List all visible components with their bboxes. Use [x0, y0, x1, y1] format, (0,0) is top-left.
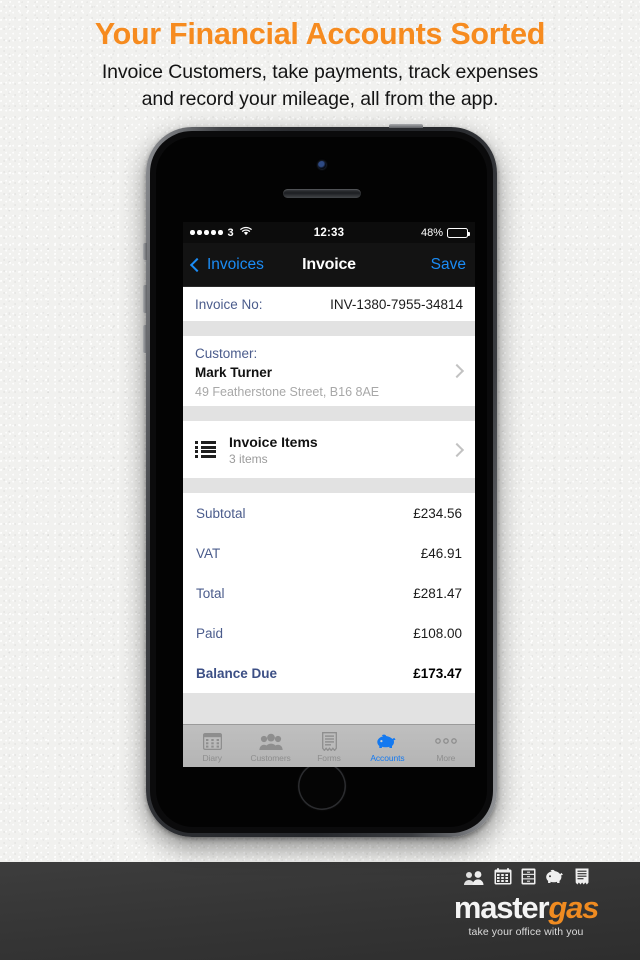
chevron-right-icon	[449, 442, 465, 457]
people-icon	[463, 870, 485, 890]
volume-up-button[interactable]	[143, 285, 147, 313]
total-row: Paid £108.00	[183, 613, 475, 653]
document-icon	[321, 731, 337, 751]
power-button[interactable]	[389, 124, 423, 128]
people-icon	[259, 731, 283, 751]
total-label: Paid	[196, 625, 224, 641]
total-value: £46.91	[420, 545, 462, 561]
volume-down-button[interactable]	[143, 325, 147, 353]
tab-accounts[interactable]: Accounts	[358, 725, 416, 767]
promo-subtitle-line2: and record your mileage, all from the ap…	[141, 88, 499, 110]
brand-name: mastergas	[432, 890, 622, 926]
home-button[interactable]	[297, 762, 346, 810]
calendar-icon	[494, 868, 512, 890]
total-label: Subtotal	[196, 505, 246, 521]
total-value: £281.47	[413, 585, 462, 601]
tab-label: Customers	[250, 753, 291, 763]
tab-more[interactable]: More	[417, 725, 475, 767]
tab-label: Accounts	[370, 753, 405, 763]
brand-tagline: take your office with you	[468, 926, 584, 938]
promo-text-block: Your Financial Accounts Sorted Invoice C…	[0, 0, 640, 113]
brand-name-primary: master	[453, 890, 550, 925]
invoice-totals-list: Subtotal £234.56 VAT £46.91 Total £281.47 Paid…	[183, 493, 475, 693]
brand-block: mastergas take your office with you	[432, 868, 622, 938]
total-label: VAT	[196, 545, 221, 561]
customer-address: 49 Featherstone Street, B16 8AE	[195, 385, 380, 399]
ellipsis-icon	[434, 731, 458, 751]
calendar-icon	[202, 731, 222, 751]
battery-icon	[447, 227, 471, 238]
total-row: Balance Due £173.47	[183, 653, 475, 693]
invoice-number-label: Invoice No:	[195, 296, 263, 312]
total-value: £173.47	[413, 665, 462, 681]
earpiece-speaker	[282, 189, 361, 198]
receipt-icon	[575, 868, 589, 890]
total-value: £108.00	[413, 625, 462, 641]
total-row: Subtotal £234.56	[183, 493, 475, 533]
customer-row[interactable]: Customer: Mark Turner 49 Featherstone St…	[183, 336, 475, 406]
mute-switch[interactable]	[143, 243, 147, 260]
list-icon	[195, 441, 216, 458]
status-bar: 3 12:33 48%	[183, 222, 475, 243]
total-value: £234.56	[413, 505, 462, 521]
brand-name-accent: gas	[548, 890, 599, 925]
save-button[interactable]: Save	[431, 256, 466, 274]
status-bar-right: 48%	[420, 226, 471, 239]
app-screen: 3 12:33 48% Invoices Invoice Save Invoic…	[183, 222, 475, 767]
navigation-bar: Invoices Invoice Save	[183, 243, 475, 287]
phone-bezel: 3 12:33 48% Invoices Invoice Save Invoic…	[150, 131, 493, 833]
tab-forms[interactable]: Forms	[300, 725, 358, 767]
filing-cabinet-icon	[521, 868, 536, 890]
promo-subtitle: Invoice Customers, take payments, track …	[0, 53, 640, 113]
battery-percent-label: 48%	[420, 226, 443, 239]
page-title: Your Financial Accounts Sorted	[94, 17, 546, 51]
invoice-items-row[interactable]: Invoice Items 3 items	[183, 421, 475, 478]
customer-name: Mark Turner	[195, 365, 273, 380]
invoice-number-row[interactable]: Invoice No: INV-1380-7955-34814	[183, 287, 475, 321]
footer-band: mastergas take your office with you	[0, 862, 640, 960]
phone-face: 3 12:33 48% Invoices Invoice Save Invoic…	[156, 137, 487, 827]
section-separator	[183, 406, 475, 421]
section-separator	[183, 478, 475, 493]
section-separator	[183, 321, 475, 336]
total-label: Total	[196, 585, 225, 601]
tab-label: Forms	[317, 753, 341, 763]
invoice-items-text: Invoice Items 3 items	[229, 434, 318, 466]
piggy-bank-icon	[376, 731, 399, 751]
front-camera-icon	[317, 161, 326, 169]
brand-icon-strip	[432, 868, 622, 890]
piggy-bank-icon	[545, 869, 566, 890]
invoice-items-title: Invoice Items	[229, 433, 318, 450]
invoice-items-count: 3 items	[229, 451, 268, 466]
phone-device: 3 12:33 48% Invoices Invoice Save Invoic…	[143, 124, 497, 837]
total-row: Total £281.47	[183, 573, 475, 613]
total-row: VAT £46.91	[183, 533, 475, 573]
invoice-number-value: INV-1380-7955-34814	[330, 296, 463, 312]
total-label: Balance Due	[196, 665, 278, 681]
tab-customers[interactable]: Customers	[241, 725, 299, 767]
tab-label: More	[436, 753, 456, 763]
customer-label: Customer:	[195, 346, 258, 361]
tab-label: Diary	[202, 753, 222, 763]
invoice-content: Invoice No: INV-1380-7955-34814 Customer…	[183, 287, 475, 724]
promo-subtitle-line1: Invoice Customers, take payments, track …	[101, 61, 539, 83]
tab-bar: Diary Customers Forms Accounts More	[183, 724, 475, 767]
tab-diary[interactable]: Diary	[183, 725, 241, 767]
